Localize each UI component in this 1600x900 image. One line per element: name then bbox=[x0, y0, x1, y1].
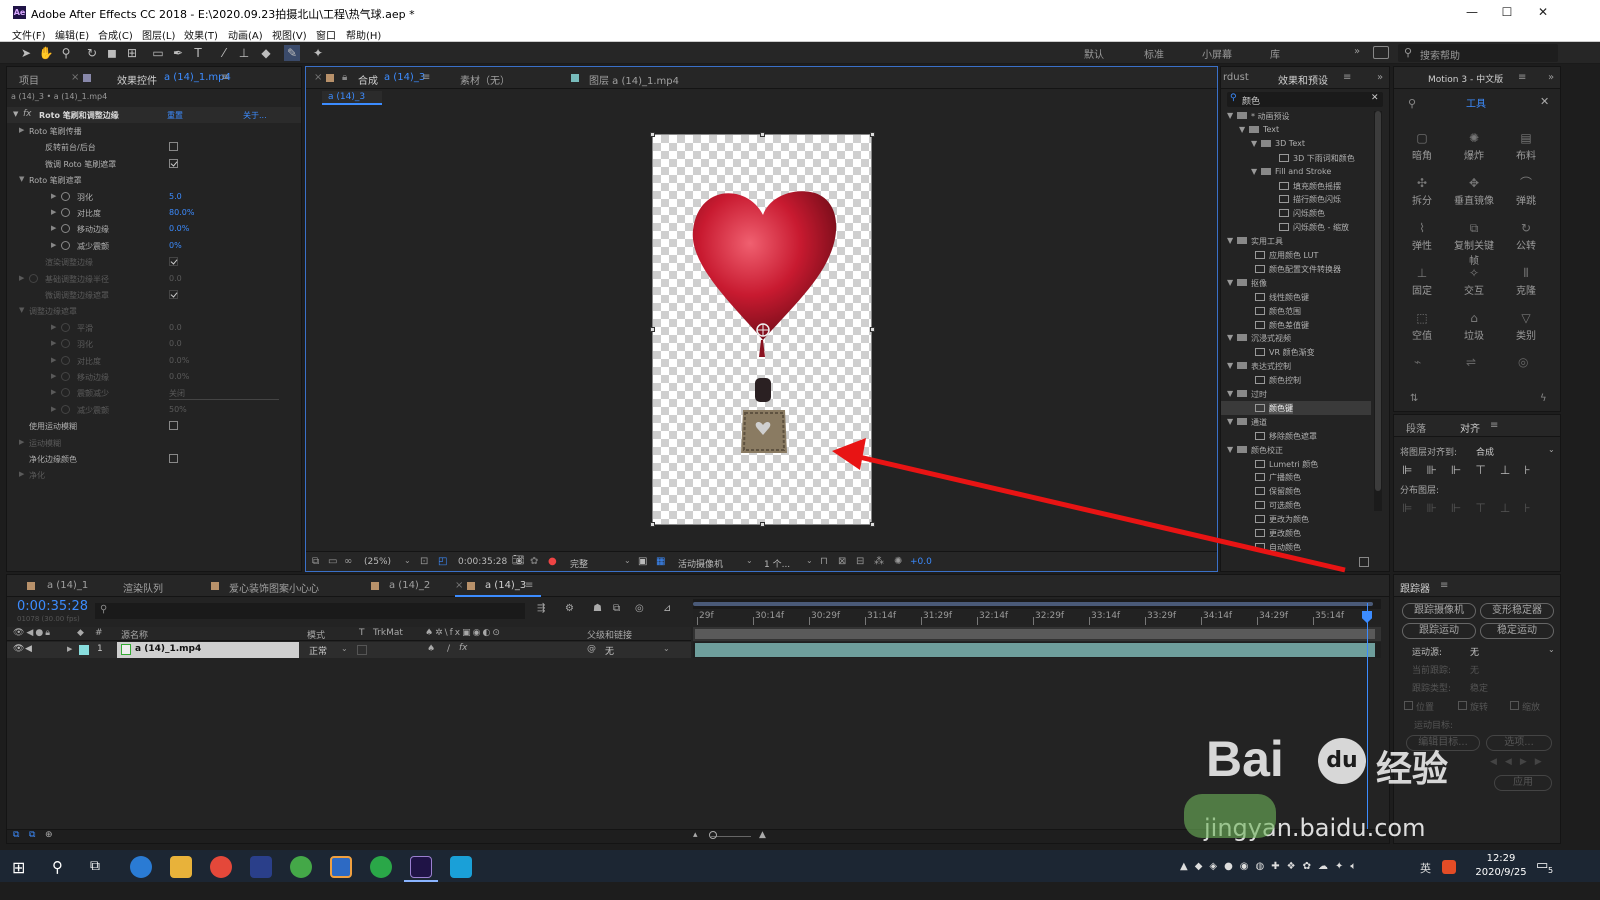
taskbar-app-icon[interactable] bbox=[250, 856, 272, 878]
taskbar-colorful-icon[interactable] bbox=[290, 856, 312, 878]
task-view-icon[interactable]: ⧉ bbox=[90, 858, 100, 874]
red-arrow-annotation bbox=[832, 438, 1346, 573]
taskbar-explorer-icon[interactable] bbox=[170, 856, 192, 878]
sogou-icon[interactable] bbox=[1442, 860, 1456, 874]
taskbar-wechat-icon[interactable] bbox=[370, 856, 392, 878]
taskbar-aftereffects-icon[interactable] bbox=[410, 856, 432, 878]
taskbar-browser-icon[interactable] bbox=[130, 856, 152, 878]
notification-icon[interactable]: ▭ bbox=[1536, 858, 1548, 873]
taskbar-chrome-icon[interactable] bbox=[210, 856, 232, 878]
taskbar-shield-icon[interactable] bbox=[330, 856, 352, 878]
taskbar-screenshot-icon[interactable] bbox=[450, 856, 472, 878]
taskbar-search-icon[interactable]: ⚲ bbox=[52, 858, 63, 876]
taskbar-date[interactable]: 2020/9/25 bbox=[1470, 867, 1532, 878]
taskbar-ime[interactable]: 英 bbox=[1420, 860, 1431, 876]
notification-count: 5 bbox=[1548, 866, 1554, 875]
taskbar-time[interactable]: 12:29 bbox=[1476, 853, 1526, 864]
start-button-icon[interactable]: ⊞ bbox=[12, 858, 25, 877]
system-tray-icons[interactable]: ▲◆◈●◉◍✚❖✿☁✦🔈︎ bbox=[1180, 861, 1363, 872]
